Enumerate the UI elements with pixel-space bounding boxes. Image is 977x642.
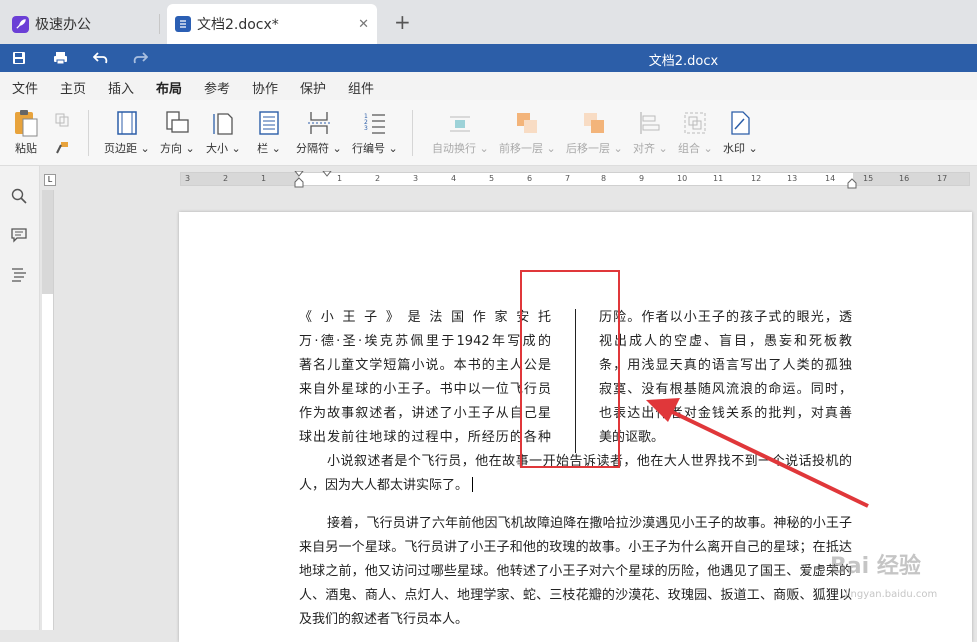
annotation-arrow-icon <box>646 398 869 508</box>
watermark-subtext: jingyan.baidu.com <box>845 589 938 600</box>
watermark-text: Bai 经验 <box>830 554 921 579</box>
